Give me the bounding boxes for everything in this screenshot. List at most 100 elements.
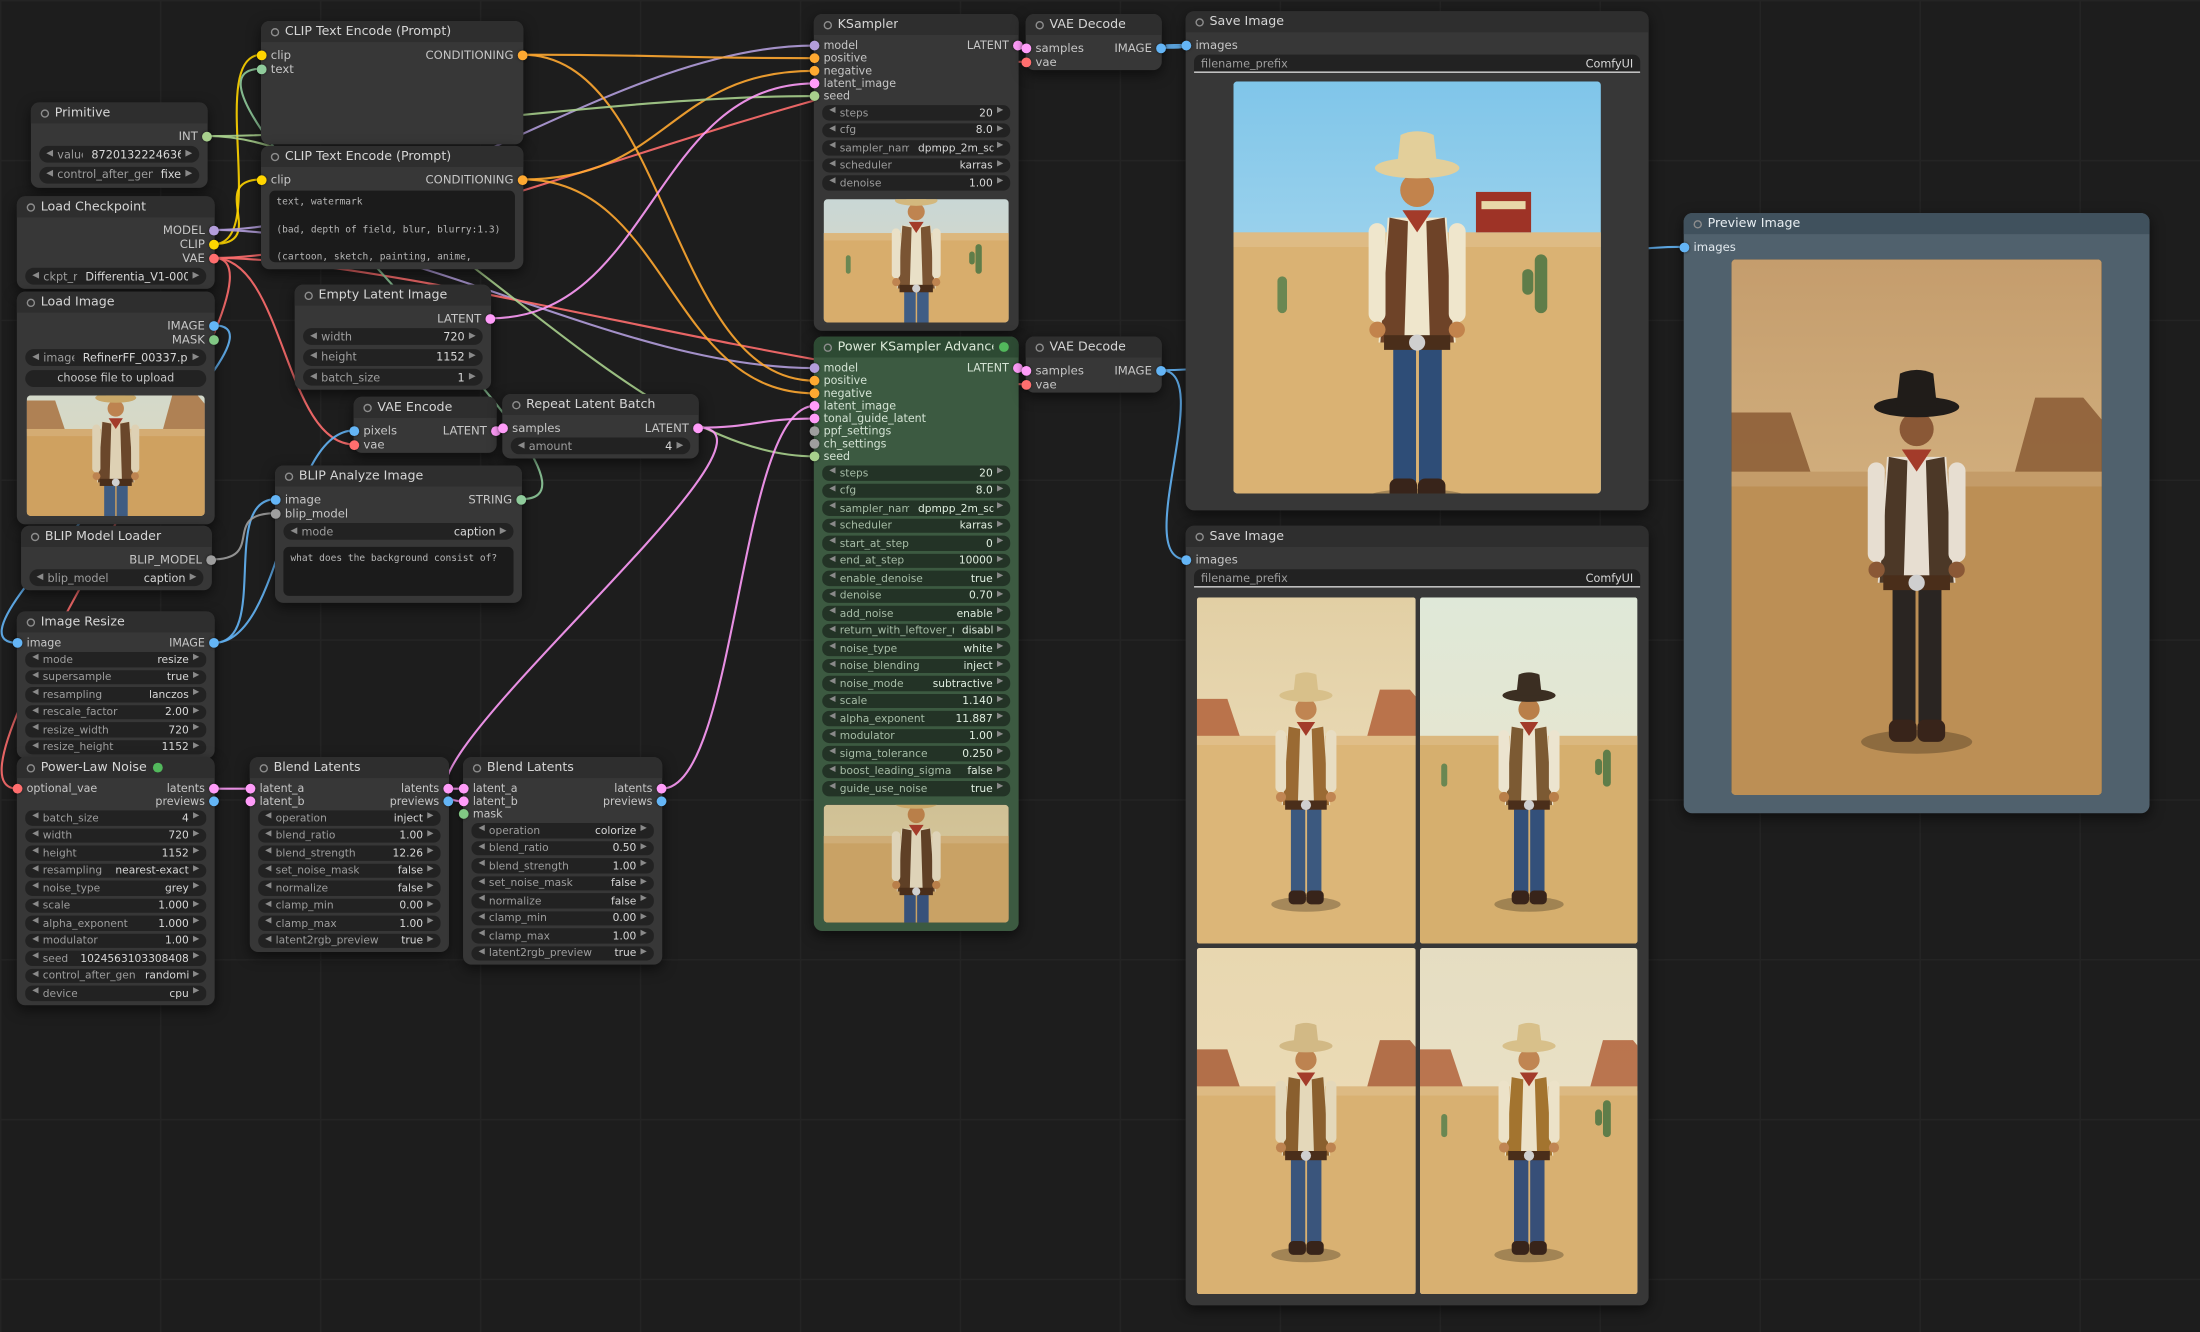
decrement-arrow-icon[interactable]: ◀ bbox=[829, 714, 835, 722]
widget-scale[interactable]: ◀scale1.000▶ bbox=[25, 898, 206, 913]
increment-arrow-icon[interactable]: ▶ bbox=[997, 539, 1003, 547]
widget-set-noise-mask[interactable]: ◀set_noise_maskfalse▶ bbox=[258, 863, 440, 878]
input-slot-negative[interactable]: negative bbox=[818, 64, 872, 77]
clip-slot-icon[interactable] bbox=[257, 175, 267, 185]
output-slot-previews[interactable]: previews bbox=[155, 795, 210, 808]
increment-arrow-icon[interactable]: ▶ bbox=[193, 725, 199, 733]
conditioning-slot-icon[interactable] bbox=[810, 66, 820, 76]
widget-blend-strength[interactable]: ◀blend_strength12.26▶ bbox=[258, 845, 440, 860]
input-slot-text[interactable]: text bbox=[265, 62, 294, 76]
node-save2[interactable]: Save Imageimagesfilename_prefixComfyUI bbox=[1186, 526, 1649, 1306]
latent-slot-icon[interactable] bbox=[810, 414, 820, 424]
increment-arrow-icon[interactable]: ▶ bbox=[997, 469, 1003, 477]
node-primitive[interactable]: PrimitiveINT◀value872013222463625▶◀contr… bbox=[31, 102, 208, 187]
image-slot-icon[interactable] bbox=[657, 796, 667, 806]
vae-slot-icon[interactable] bbox=[349, 440, 359, 450]
input-slot-positive[interactable]: positive bbox=[818, 52, 867, 65]
comfyui-canvas[interactable]: PrimitiveINT◀value872013222463625▶◀contr… bbox=[0, 0, 2200, 1332]
widget-noise-type[interactable]: ◀noise_typewhite▶ bbox=[822, 641, 1010, 656]
widget-clamp-min[interactable]: ◀clamp_min0.00▶ bbox=[258, 898, 440, 913]
latent-slot-icon[interactable] bbox=[209, 784, 219, 794]
increment-arrow-icon[interactable]: ▶ bbox=[997, 697, 1003, 705]
collapse-dot-icon[interactable] bbox=[1195, 532, 1203, 540]
increment-arrow-icon[interactable]: ▶ bbox=[641, 879, 647, 887]
node-titlebar[interactable]: Primitive bbox=[31, 102, 208, 123]
widget-width[interactable]: ◀width720▶ bbox=[303, 328, 483, 345]
widget-blend-ratio[interactable]: ◀blend_ratio1.00▶ bbox=[258, 828, 440, 843]
latent-slot-icon[interactable] bbox=[459, 796, 469, 806]
node-empty_latent[interactable]: Empty Latent ImageLATENT◀width720▶◀heigh… bbox=[295, 285, 491, 390]
widget-normalize[interactable]: ◀normalizefalse▶ bbox=[258, 881, 440, 896]
decrement-arrow-icon[interactable]: ◀ bbox=[829, 504, 835, 512]
decrement-arrow-icon[interactable]: ◀ bbox=[829, 574, 835, 582]
decrement-arrow-icon[interactable]: ◀ bbox=[829, 179, 835, 187]
decrement-arrow-icon[interactable]: ◀ bbox=[829, 486, 835, 494]
conditioning-slot-icon[interactable] bbox=[810, 388, 820, 398]
widget-device[interactable]: ◀devicecpu▶ bbox=[25, 986, 206, 1001]
input-slot-image[interactable]: image bbox=[279, 492, 321, 506]
widget-mode[interactable]: ◀moderesize▶ bbox=[25, 652, 206, 667]
collapse-dot-icon[interactable] bbox=[512, 400, 520, 408]
decrement-arrow-icon[interactable]: ◀ bbox=[829, 143, 835, 151]
increment-arrow-icon[interactable]: ▶ bbox=[193, 989, 199, 997]
latent-slot-icon[interactable] bbox=[459, 784, 469, 794]
node-blend2[interactable]: Blend Latentslatent_alatentslatent_bprev… bbox=[463, 757, 662, 965]
conditioning-slot-icon[interactable] bbox=[518, 50, 528, 60]
decrement-arrow-icon[interactable]: ◀ bbox=[32, 919, 38, 927]
node-titlebar[interactable]: BLIP Model Loader bbox=[21, 526, 212, 547]
output-slot-image[interactable]: IMAGE bbox=[1114, 363, 1157, 377]
increment-arrow-icon[interactable]: ▶ bbox=[997, 609, 1003, 617]
output-slot-conditioning[interactable]: CONDITIONING bbox=[426, 48, 520, 62]
decrement-arrow-icon[interactable]: ◀ bbox=[829, 679, 835, 687]
increment-arrow-icon[interactable]: ▶ bbox=[427, 831, 433, 839]
output-slot-image[interactable]: IMAGE bbox=[169, 637, 210, 650]
model-slot-icon[interactable] bbox=[209, 225, 219, 235]
increment-arrow-icon[interactable]: ▶ bbox=[997, 627, 1003, 635]
widget-rescale-factor[interactable]: ◀rescale_factor2.00▶ bbox=[25, 705, 206, 720]
decrement-arrow-icon[interactable]: ◀ bbox=[829, 161, 835, 169]
increment-arrow-icon[interactable]: ▶ bbox=[193, 866, 199, 874]
widget-blend-strength[interactable]: ◀blend_strength1.00▶ bbox=[471, 858, 653, 873]
widget-alpha-exponent[interactable]: ◀alpha_exponent1.000▶ bbox=[25, 916, 206, 931]
increment-arrow-icon[interactable]: ▶ bbox=[193, 936, 199, 944]
decrement-arrow-icon[interactable]: ◀ bbox=[829, 108, 835, 116]
decrement-arrow-icon[interactable]: ◀ bbox=[478, 861, 484, 869]
output-slot-image[interactable]: IMAGE bbox=[1114, 41, 1157, 55]
node-titlebar[interactable]: Blend Latents bbox=[250, 757, 449, 778]
node-titlebar[interactable]: VAE Encode bbox=[354, 397, 497, 418]
decrement-arrow-icon[interactable]: ◀ bbox=[478, 914, 484, 922]
widget-mode[interactable]: ◀modecaption▶ bbox=[283, 523, 513, 540]
increment-arrow-icon[interactable]: ▶ bbox=[193, 919, 199, 927]
input-slot-images[interactable]: images bbox=[1190, 38, 1238, 52]
int-slot-icon[interactable] bbox=[810, 91, 820, 101]
settings-slot-icon[interactable] bbox=[810, 426, 820, 436]
widget-operation[interactable]: ◀operationcolorize▶ bbox=[471, 823, 653, 838]
increment-arrow-icon[interactable]: ▶ bbox=[641, 861, 647, 869]
latent-slot-icon[interactable] bbox=[693, 423, 703, 433]
node-titlebar[interactable]: Load Checkpoint bbox=[17, 196, 215, 217]
collapse-dot-icon[interactable] bbox=[1035, 343, 1043, 351]
widget-guide-use-noise[interactable]: ◀guide_use_noisetrue▶ bbox=[822, 781, 1010, 796]
input-slot-positive[interactable]: positive bbox=[818, 374, 867, 387]
decrement-arrow-icon[interactable]: ◀ bbox=[290, 527, 297, 536]
input-slot-latent-a[interactable]: latent_a bbox=[254, 782, 304, 795]
vae-slot-icon[interactable] bbox=[13, 784, 23, 794]
input-slot-latent-b[interactable]: latent_b bbox=[467, 795, 518, 808]
widget-cfg[interactable]: ◀cfg8.0▶ bbox=[822, 483, 1010, 498]
node-titlebar[interactable]: Power KSampler Advanced bbox=[814, 337, 1019, 358]
input-slot-samples[interactable]: samples bbox=[507, 421, 561, 435]
image-slot-icon[interactable] bbox=[271, 494, 281, 504]
node-titlebar[interactable]: Save Image bbox=[1186, 526, 1649, 547]
widget-filename-prefix[interactable]: filename_prefixComfyUI bbox=[1194, 569, 1640, 587]
widget-image[interactable]: ◀imageRefinerFF_00337.png▶ bbox=[25, 349, 206, 366]
increment-arrow-icon[interactable]: ▶ bbox=[427, 814, 433, 822]
increment-arrow-icon[interactable]: ▶ bbox=[190, 573, 197, 582]
decrement-arrow-icon[interactable]: ◀ bbox=[478, 931, 484, 939]
latent-slot-icon[interactable] bbox=[810, 401, 820, 411]
increment-arrow-icon[interactable]: ▶ bbox=[193, 814, 199, 822]
increment-arrow-icon[interactable]: ▶ bbox=[997, 179, 1003, 187]
output-slot-latents[interactable]: latents bbox=[401, 782, 445, 795]
collapse-dot-icon[interactable] bbox=[271, 152, 279, 160]
input-slot-clip[interactable]: clip bbox=[265, 48, 291, 62]
decrement-arrow-icon[interactable]: ◀ bbox=[46, 150, 53, 159]
